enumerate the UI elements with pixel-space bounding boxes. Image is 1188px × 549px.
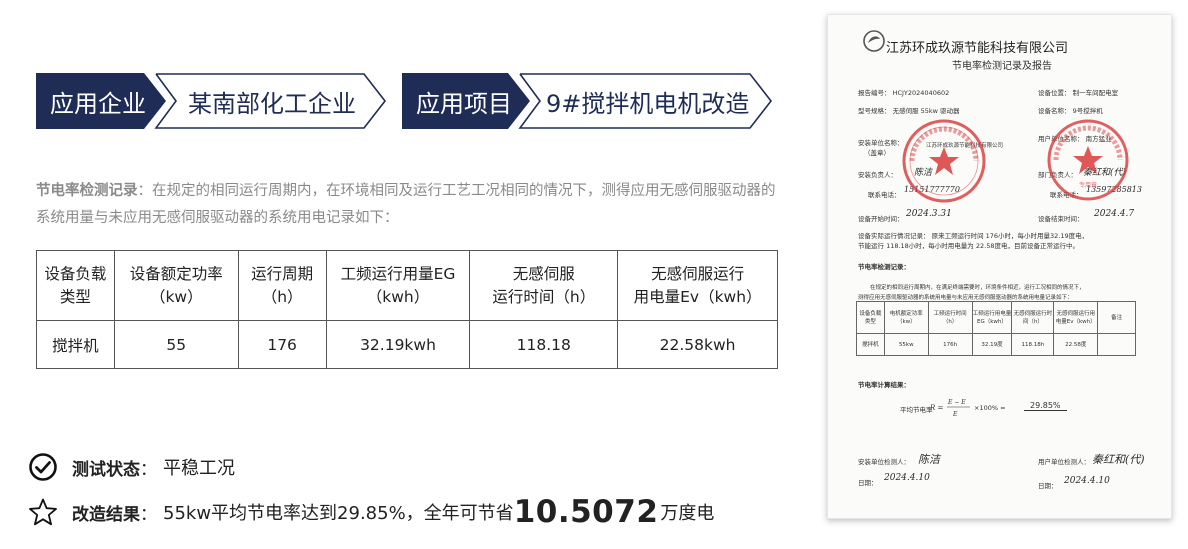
report-formula-result: 29.85%	[1024, 401, 1067, 411]
company-name-chevron: 某南部化工企业	[152, 73, 388, 129]
star-icon	[29, 498, 57, 526]
company-name: 某南部化工企业	[188, 89, 356, 118]
energy-table: 设备负载 类型 设备额定功率 （kw） 运行周期 （h） 工频运行用量EG （kwh） …	[36, 250, 778, 369]
table-cell: 22.58kwh	[617, 320, 778, 369]
project-name: 9#搅拌机电机改造	[546, 89, 750, 118]
report-company: 江苏环成玖源节能科技有限公司	[886, 41, 1069, 56]
project-name-chevron: 9#搅拌机电机改造	[516, 73, 774, 129]
table-row: 搅拌机 55kw 176h 32.19度 118.18h 22.58度	[856, 333, 1136, 356]
intro-body: ：在规定的相同运行周期内，在环境相同及运行工艺工况相同的情况下，测得应用无感伺服…	[36, 183, 776, 226]
svg-text:E − E: E − E	[947, 399, 966, 406]
test-status: 测试状态： 平稳工况	[28, 452, 235, 482]
intro-lead: 节电率检测记录	[36, 183, 138, 199]
test-status-value: 平稳工况	[163, 458, 235, 479]
table-header-cell: 工频运行用量EG （kwh）	[325, 250, 471, 321]
annual-savings-figure: 10.5072	[513, 494, 659, 530]
svg-text:×100% =: ×100% =	[974, 404, 1006, 412]
table-header-cell: 设备额定功率 （kw）	[113, 250, 239, 321]
retrofit-result: 改造结果： 55kw平均节电率达到29.85%，全年可节省 10.5072 万度电	[28, 494, 714, 530]
company-tag: 应用企业	[36, 73, 166, 129]
svg-text:E: E	[952, 411, 958, 418]
customer-seal-icon: 专用章	[1047, 119, 1129, 201]
table-header-row: 设备负载类型 电机额定功率（kw） 工频运行时间（h） 工频运行用电量EG（kw…	[856, 301, 1136, 334]
table-header-cell: 运行周期 （h）	[237, 250, 327, 321]
table-row: 搅拌机 55 176 32.19kwh 118.18 22.58kwh	[36, 320, 778, 369]
test-status-label: 测试状态	[72, 459, 140, 480]
table-cell: 55	[113, 320, 239, 369]
retrofit-result-label: 改造结果	[72, 504, 140, 525]
svg-text:R =: R =	[929, 404, 943, 412]
table-header-row: 设备负载 类型 设备额定功率 （kw） 运行周期 （h） 工频运行用量EG （kwh） …	[36, 250, 778, 321]
svg-text:专用章: 专用章	[1079, 181, 1097, 189]
retrofit-result-value: 55kw平均节电率达到29.85%，全年可节省	[163, 503, 514, 524]
table-cell: 176	[237, 320, 327, 369]
report-mini-table: 设备负载类型 电机额定功率（kw） 工频运行时间（h） 工频运行用电量EG（kw…	[856, 301, 1136, 356]
report-title: 节电率检测记录及报告	[952, 61, 1052, 72]
annual-savings-unit: 万度电	[660, 503, 715, 524]
intro-paragraph: 节电率检测记录：在规定的相同运行周期内，在环境相同及运行工艺工况相同的情况下，测…	[36, 178, 776, 232]
table-header-cell: 无感伺服 运行时间（h）	[469, 250, 619, 321]
table-cell: 118.18	[469, 320, 619, 369]
company-seal-icon	[902, 119, 986, 203]
table-header-cell: 无感伺服运行 用电量Ev（kwh）	[617, 250, 778, 321]
test-report-photo: 江苏环成玖源节能科技有限公司 节电率检测记录及报告 报告编号： HCJY2024…	[827, 14, 1172, 519]
table-cell: 32.19kwh	[325, 320, 471, 369]
savings-formula-icon: R = E − E E ×100% =	[929, 399, 1006, 418]
project-tag: 应用项目	[402, 73, 530, 129]
table-cell: 搅拌机	[36, 320, 115, 369]
table-header-cell: 设备负载 类型	[36, 250, 115, 321]
check-circle-icon	[29, 453, 57, 481]
company-logo-icon	[863, 30, 885, 52]
